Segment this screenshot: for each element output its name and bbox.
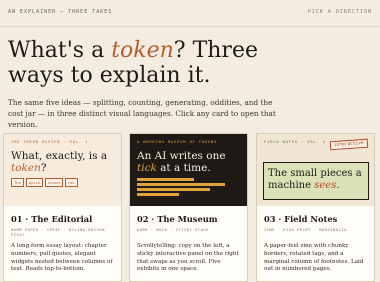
top-nav: AN EXPLAINER — THREE TAKES PICK A DIRECT…: [0, 0, 380, 27]
card-title: 01 · The Editorial: [11, 214, 93, 224]
preview-title-accent: tick: [137, 162, 157, 174]
note-box: The small pieces a machine sees.: [263, 162, 369, 200]
token-chip: The: [11, 178, 24, 187]
preview-title-accent: token: [11, 162, 41, 174]
card-museum[interactable]: A WORKING MUSEUM OF TOKENS An AI writes …: [129, 133, 248, 282]
progress-bar: [137, 193, 179, 196]
card-editorial[interactable]: THE TOKEN REVIEW · VOL. 1 What, exactly,…: [3, 133, 122, 282]
preview-title-accent: sees: [314, 180, 337, 191]
card-preview: FIELD NOTES · VOL. 1 interactive The sma…: [257, 134, 374, 206]
token-chip: fox: [64, 178, 78, 187]
progress-bar: [137, 188, 210, 191]
brand-label: AN EXPLAINER — THREE TAKES: [8, 9, 113, 15]
card-title: 03 · Field Notes: [264, 214, 338, 224]
preview-title: The small pieces a machine sees.: [268, 168, 368, 192]
page-title: What's a token? Three ways to explain it…: [8, 38, 308, 88]
title-pre: What's a: [8, 38, 112, 63]
card-meta: WARM PAPER · SERIF · BYLINE-DRIVEN ESSAY: [11, 228, 105, 237]
card-preview: A WORKING MUSEUM OF TOKENS An AI writes …: [130, 134, 247, 206]
preview-title-post: at a time.: [156, 162, 211, 174]
page-subtitle: The same five ideas — splitting, countin…: [8, 98, 276, 129]
card-preview: THE TOKEN REVIEW · VOL. 1 What, exactly,…: [4, 134, 121, 206]
card-meta: DARK · BOLD · STICKY STAGE: [137, 228, 209, 232]
preview-title: An AI writes one tick at a time.: [137, 150, 247, 174]
preview-title: What, exactly, is a token?: [11, 150, 119, 174]
card-title: 02 · The Museum: [137, 214, 218, 224]
card-description: Scrollytelling: copy on the left, a stic…: [137, 243, 239, 273]
title-accent: token: [111, 38, 174, 63]
preview-title-pre: What, exactly, is a: [11, 150, 108, 162]
pick-direction-label: PICK A DIRECTION: [307, 9, 372, 15]
card-body: 01 · The Editorial WARM PAPER · SERIF · …: [4, 206, 121, 281]
token-chips: The quick brown fox: [11, 178, 78, 187]
card-eyebrow: FIELD NOTES · VOL. 1: [264, 139, 326, 144]
preview-title-post: ?: [40, 162, 47, 174]
card-description: A paper-feel zine with chunky borders, r…: [264, 243, 364, 273]
progress-bar: [137, 178, 195, 181]
card-body: 03 · Field Notes ZINE · RISO PRINT · MAR…: [257, 206, 374, 281]
token-chip: brown: [45, 178, 63, 187]
interactive-tag: interactive: [329, 138, 369, 151]
preview-title-post: .: [336, 180, 340, 191]
card-eyebrow: A WORKING MUSEUM OF TOKENS: [137, 139, 218, 144]
card-eyebrow: THE TOKEN REVIEW · VOL. 1: [11, 139, 89, 144]
preview-title-pre: An AI writes one: [137, 150, 226, 162]
card-body: 02 · The Museum DARK · BOLD · STICKY STA…: [130, 206, 247, 281]
progress-bar: [137, 183, 226, 186]
card-field-notes[interactable]: FIELD NOTES · VOL. 1 interactive The sma…: [256, 133, 375, 282]
card-meta: ZINE · RISO PRINT · MARGINALIA: [264, 228, 347, 232]
card-description: A long-form essay layout: chapter number…: [11, 243, 113, 273]
token-chip: quick: [25, 178, 44, 187]
